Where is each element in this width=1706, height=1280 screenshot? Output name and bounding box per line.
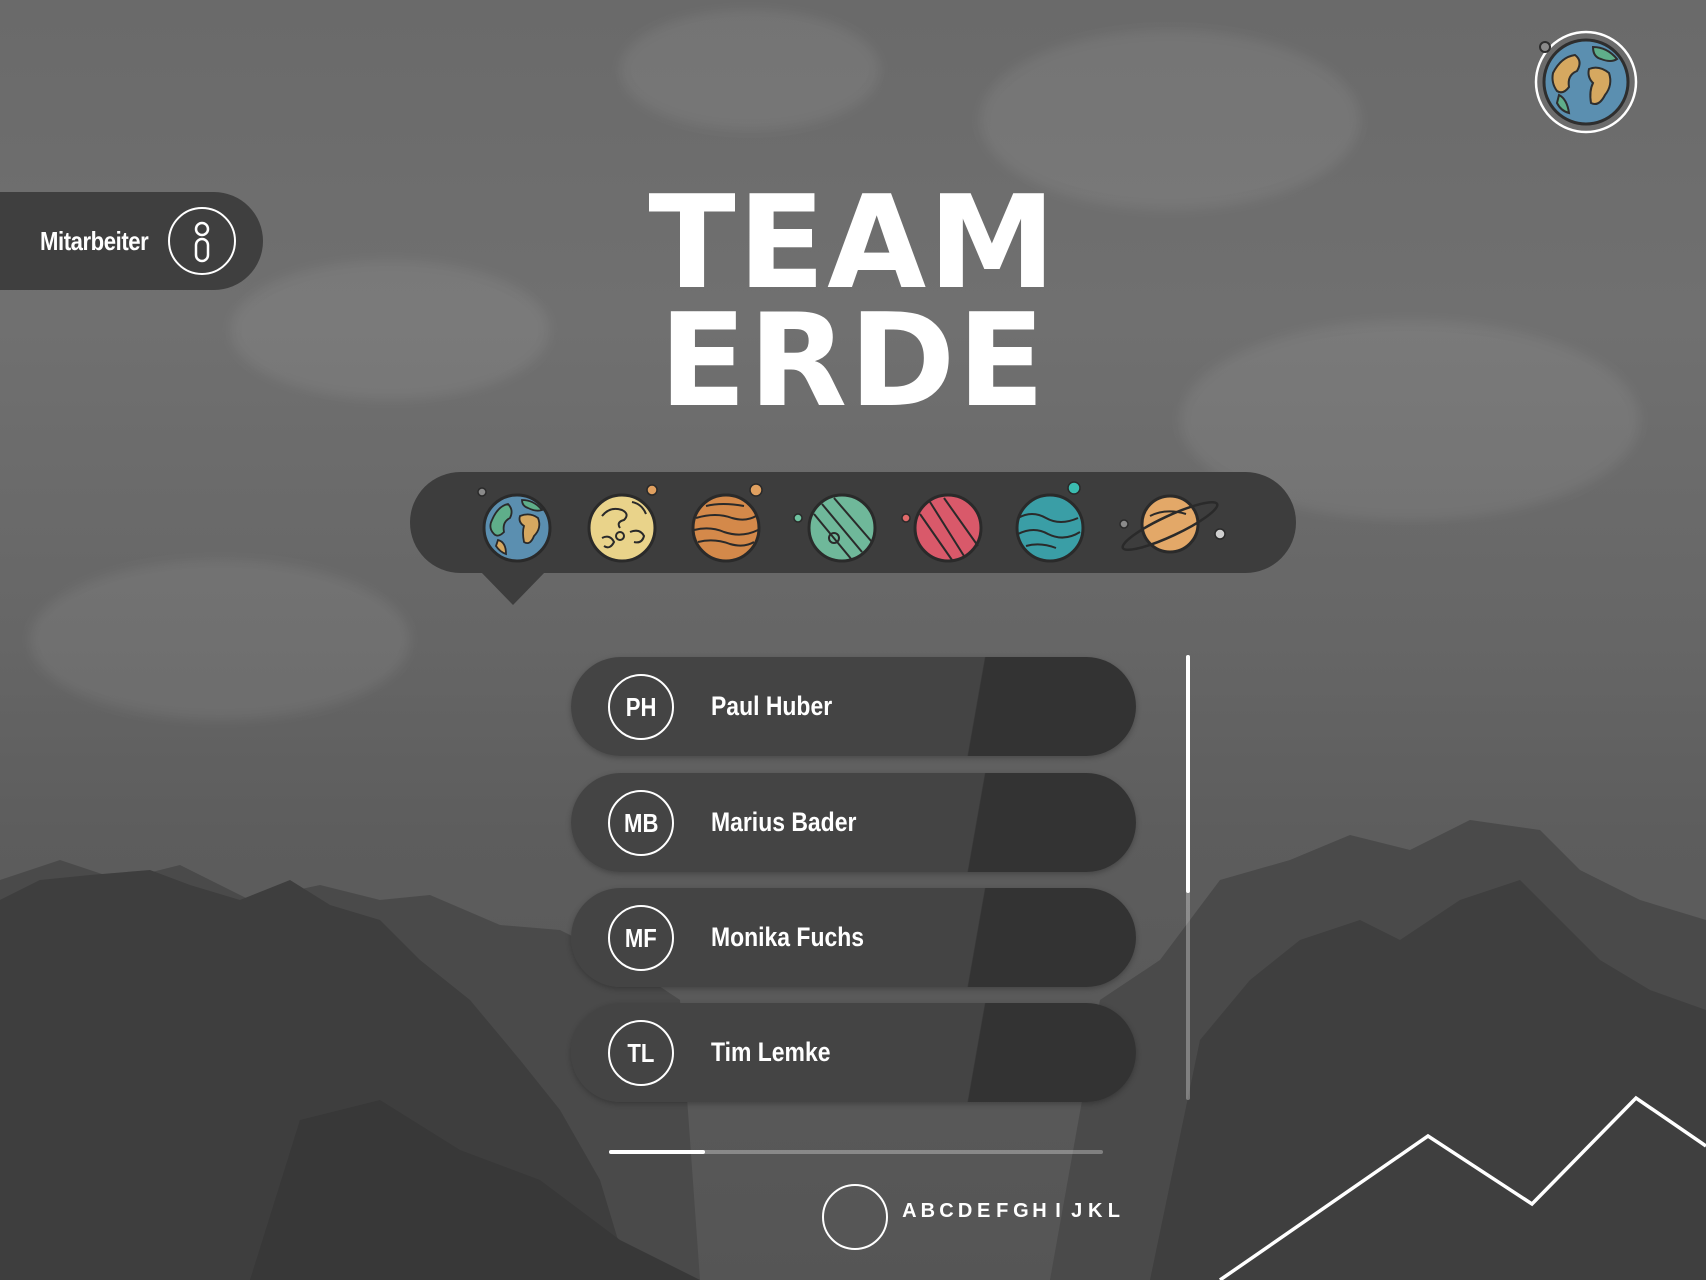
team-planet-selector: [410, 472, 1296, 573]
alphabet-letter[interactable]: K: [1086, 1200, 1105, 1223]
alphabet-letter[interactable]: E: [974, 1200, 993, 1223]
planet-yellow-button[interactable]: [580, 480, 666, 566]
employee-initials: MF: [625, 922, 657, 953]
alphabet-letter[interactable]: D: [956, 1200, 975, 1223]
red-planet-icon: [901, 493, 983, 563]
vertical-scrollbar-thumb[interactable]: [1186, 655, 1190, 893]
ringed-planet-icon: [1119, 494, 1226, 554]
planet-earth-button[interactable]: [472, 480, 558, 566]
alphabet-letter[interactable]: C: [937, 1200, 956, 1223]
planet-selector-pointer: [480, 571, 546, 605]
planet-orange-button[interactable]: [686, 480, 772, 566]
employee-name: Monika Fuchs: [711, 922, 865, 952]
employees-nav-label: Mitarbeiter: [40, 225, 149, 256]
orange-planet-icon: [691, 483, 763, 563]
employee-row[interactable]: PH Paul Huber: [571, 657, 1136, 756]
planet-ringed-button[interactable]: [1116, 480, 1226, 566]
planet-red-button[interactable]: [900, 480, 986, 566]
employees-nav-tab[interactable]: Mitarbeiter: [0, 192, 263, 290]
planet-green-button[interactable]: [792, 480, 878, 566]
employee-name: Paul Huber: [711, 691, 833, 721]
info-icon: [194, 221, 210, 263]
alphabet-index-handle[interactable]: [822, 1184, 888, 1250]
page-title-line-2: ERDE: [659, 287, 1047, 436]
alphabet-index: ABCDEFGHIJKL: [900, 1200, 1123, 1223]
alphabet-letter[interactable]: J: [1067, 1200, 1086, 1223]
globe-button[interactable]: [1533, 29, 1639, 135]
green-planet-icon: [793, 493, 877, 563]
alphabet-letter[interactable]: B: [919, 1200, 938, 1223]
employee-initials: PH: [625, 691, 657, 722]
employee-initials: TL: [627, 1037, 655, 1068]
alphabet-letter[interactable]: I: [1049, 1200, 1068, 1223]
globe-icon: [1534, 30, 1638, 134]
employee-initials: MB: [623, 807, 659, 838]
yellow-planet-icon: [587, 484, 658, 563]
employee-avatar: MB: [608, 790, 674, 856]
alphabet-letter[interactable]: H: [1030, 1200, 1049, 1223]
teal-planet-icon: [1015, 481, 1085, 563]
earth-planet-icon: [477, 487, 552, 563]
info-button[interactable]: [168, 207, 236, 275]
alphabet-letter[interactable]: G: [1012, 1200, 1031, 1223]
alphabet-letter[interactable]: L: [1105, 1200, 1124, 1223]
employee-avatar: MF: [608, 905, 674, 971]
horizontal-scrollbar-thumb[interactable]: [609, 1150, 705, 1154]
employee-row[interactable]: MF Monika Fuchs: [571, 888, 1136, 987]
employee-name: Tim Lemke: [711, 1037, 831, 1067]
employee-avatar: TL: [608, 1020, 674, 1086]
alphabet-letter[interactable]: F: [993, 1200, 1012, 1223]
employee-name: Marius Bader: [711, 807, 857, 837]
employee-avatar: PH: [608, 674, 674, 740]
employee-row[interactable]: MB Marius Bader: [571, 773, 1136, 872]
mountain-line-decoration: [1219, 1095, 1706, 1280]
alphabet-letter[interactable]: A: [900, 1200, 919, 1223]
employee-row[interactable]: TL Tim Lemke: [571, 1003, 1136, 1102]
planet-teal-button[interactable]: [1006, 480, 1092, 566]
